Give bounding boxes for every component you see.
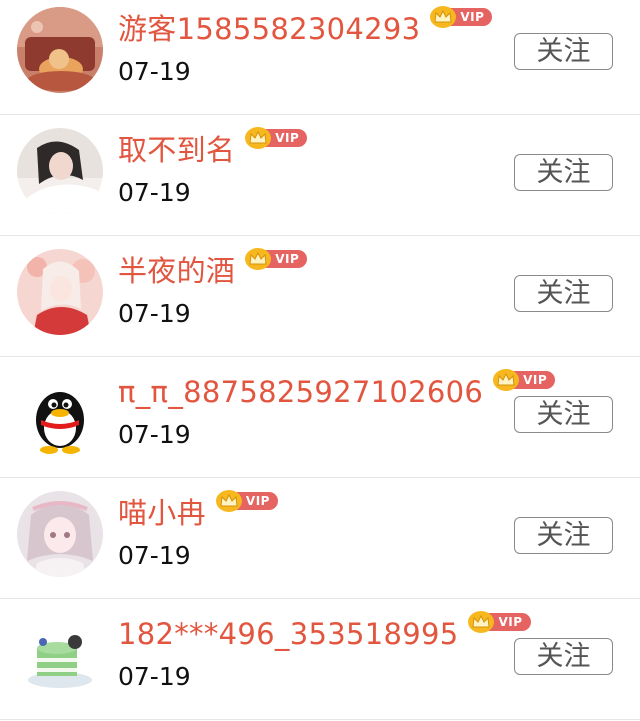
follower-list: 游客1585582304293 VIP 07-19 关注 取不到名 VIP 07… [0, 0, 640, 721]
list-item[interactable]: 182***496_353518995 VIP 07-19 关注 [0, 600, 640, 720]
follow-date: 07-19 [118, 662, 191, 691]
list-item[interactable]: 取不到名 VIP 07-19 关注 [0, 116, 640, 236]
follow-button[interactable]: 关注 [514, 396, 613, 433]
follow-button[interactable]: 关注 [514, 638, 613, 675]
follow-date: 07-19 [118, 57, 191, 86]
vip-badge: VIP [430, 6, 493, 28]
follow-date: 07-19 [118, 541, 191, 570]
vip-badge: VIP [245, 248, 308, 270]
girl-portrait-avatar[interactable] [17, 128, 103, 214]
list-item[interactable]: 喵小冉 VIP 07-19 关注 [0, 479, 640, 599]
username[interactable]: 半夜的酒 [118, 251, 235, 291]
vip-badge: VIP [245, 127, 308, 149]
vip-badge: VIP [468, 611, 531, 633]
crown-icon [493, 369, 520, 391]
username[interactable]: 182***496_353518995 [118, 614, 458, 654]
list-item[interactable]: 半夜的酒 VIP 07-19 关注 [0, 237, 640, 357]
follow-button[interactable]: 关注 [514, 517, 613, 554]
follow-button[interactable]: 关注 [514, 275, 613, 312]
follow-date: 07-19 [118, 178, 191, 207]
cake-dessert-avatar[interactable] [17, 612, 103, 698]
anime-illustration-avatar[interactable] [17, 491, 103, 577]
crown-icon [245, 248, 272, 270]
username[interactable]: π_π_8875825927102606 [118, 372, 483, 412]
fox-scene-avatar[interactable] [17, 7, 103, 93]
username[interactable]: 游客1585582304293 [118, 9, 420, 49]
vip-badge: VIP [493, 369, 556, 391]
anime-girl-avatar[interactable] [17, 249, 103, 335]
vip-badge: VIP [215, 490, 278, 512]
crown-icon [245, 127, 272, 149]
list-item[interactable]: π_π_8875825927102606 VIP 07-19 关注 [0, 358, 640, 478]
follow-button[interactable]: 关注 [514, 154, 613, 191]
crown-icon [215, 490, 242, 512]
follow-date: 07-19 [118, 420, 191, 449]
username[interactable]: 喵小冉 [118, 493, 206, 533]
qq-penguin-avatar[interactable] [17, 370, 103, 456]
follow-date: 07-19 [118, 299, 191, 328]
follow-button[interactable]: 关注 [514, 33, 613, 70]
list-item[interactable]: 游客1585582304293 VIP 07-19 关注 [0, 0, 640, 115]
username[interactable]: 取不到名 [118, 130, 235, 170]
